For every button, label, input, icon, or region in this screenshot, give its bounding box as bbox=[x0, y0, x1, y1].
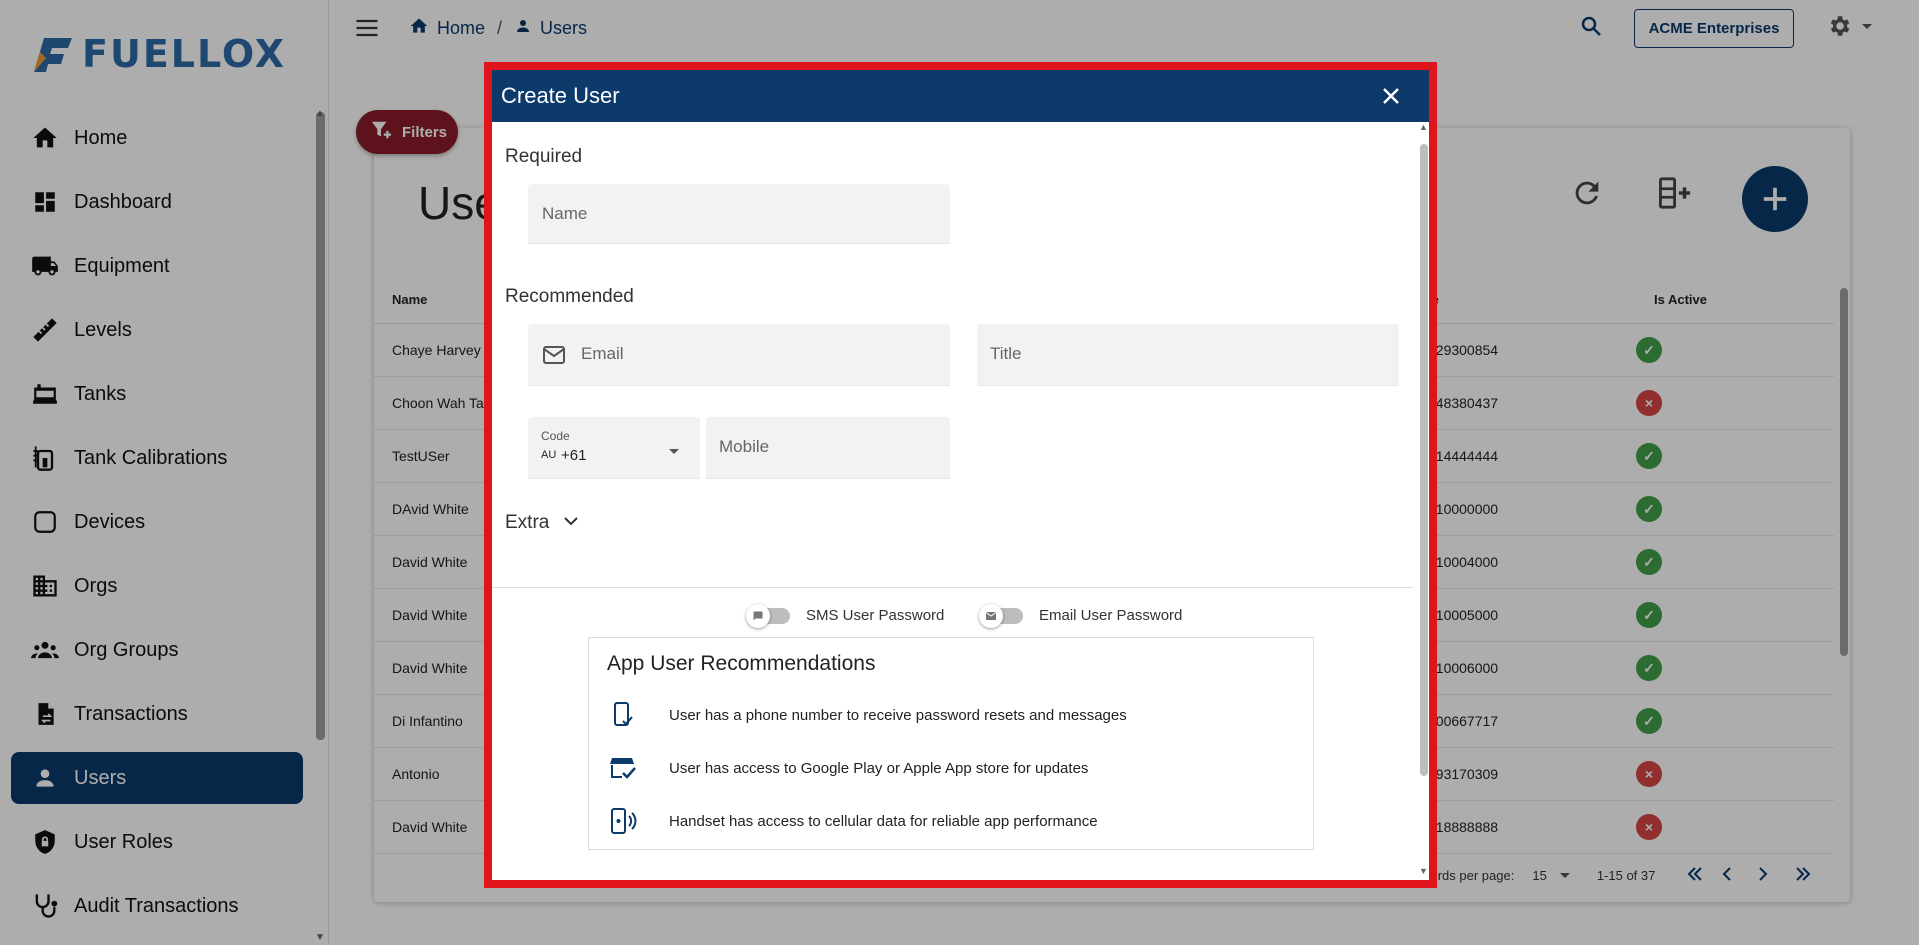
mail-icon bbox=[542, 343, 566, 372]
create-user-dialog: Create User Required Name Recommended Em… bbox=[484, 62, 1437, 888]
dialog-scroll-down-icon[interactable]: ▼ bbox=[1419, 866, 1428, 876]
code-value: +61 bbox=[561, 447, 587, 464]
sms-toggle-track[interactable] bbox=[746, 603, 790, 628]
title-field[interactable]: Title bbox=[977, 324, 1399, 386]
phone-check-icon bbox=[607, 700, 639, 730]
close-icon bbox=[1383, 88, 1399, 104]
dropdown-arrow-icon bbox=[668, 443, 680, 461]
title-placeholder: Title bbox=[990, 344, 1022, 363]
recommendations-title: App User Recommendations bbox=[607, 652, 876, 675]
code-label: Code bbox=[541, 429, 570, 443]
email-password-toggle[interactable]: Email User Password bbox=[979, 603, 1183, 628]
sms-toggle-thumb bbox=[746, 603, 770, 628]
store-check-icon bbox=[607, 753, 639, 783]
code-country: AU bbox=[541, 449, 557, 461]
recommended-section-label: Recommended bbox=[505, 286, 634, 307]
close-button[interactable] bbox=[1379, 84, 1403, 108]
country-code-select[interactable]: Code AU +61 bbox=[528, 417, 700, 479]
dialog-header: Create User bbox=[492, 70, 1429, 122]
dialog-scrollbar[interactable] bbox=[1420, 144, 1428, 776]
recommendation-text: Handset has access to cellular data for … bbox=[669, 812, 1098, 830]
name-field[interactable]: Name bbox=[528, 184, 950, 244]
dialog-scroll-up-icon[interactable]: ▲ bbox=[1419, 122, 1428, 132]
dialog-body: Required Name Recommended Email Title Co… bbox=[492, 122, 1429, 880]
recommendation-text: User has access to Google Play or Apple … bbox=[669, 759, 1089, 777]
mail-icon bbox=[985, 611, 997, 620]
mobile-placeholder: Mobile bbox=[719, 437, 770, 456]
recommendation-item: Handset has access to cellular data for … bbox=[607, 806, 1098, 836]
email-toggle-thumb bbox=[979, 603, 1003, 628]
app-user-recommendations: App User Recommendations User has a phon… bbox=[588, 637, 1314, 850]
mobile-field[interactable]: Mobile bbox=[706, 417, 950, 479]
name-placeholder: Name bbox=[542, 204, 588, 223]
extra-section-toggle[interactable]: Extra bbox=[505, 512, 579, 534]
required-section-label: Required bbox=[505, 146, 583, 167]
extra-label: Extra bbox=[505, 512, 550, 533]
email-field[interactable]: Email bbox=[528, 324, 950, 386]
phone-signal-icon bbox=[607, 806, 639, 836]
section-divider bbox=[492, 587, 1413, 588]
email-placeholder: Email bbox=[581, 344, 624, 363]
sms-toggle-label: SMS User Password bbox=[806, 607, 945, 624]
recommendation-item: User has a phone number to receive passw… bbox=[607, 700, 1127, 730]
recommendation-text: User has a phone number to receive passw… bbox=[669, 706, 1127, 724]
chat-icon bbox=[753, 611, 763, 620]
sms-password-toggle[interactable]: SMS User Password bbox=[746, 603, 945, 628]
chevron-down-icon bbox=[563, 514, 579, 532]
dialog-title: Create User bbox=[501, 83, 620, 108]
email-toggle-label: Email User Password bbox=[1039, 607, 1183, 624]
email-toggle-track[interactable] bbox=[979, 603, 1023, 628]
recommendation-item: User has access to Google Play or Apple … bbox=[607, 753, 1088, 783]
